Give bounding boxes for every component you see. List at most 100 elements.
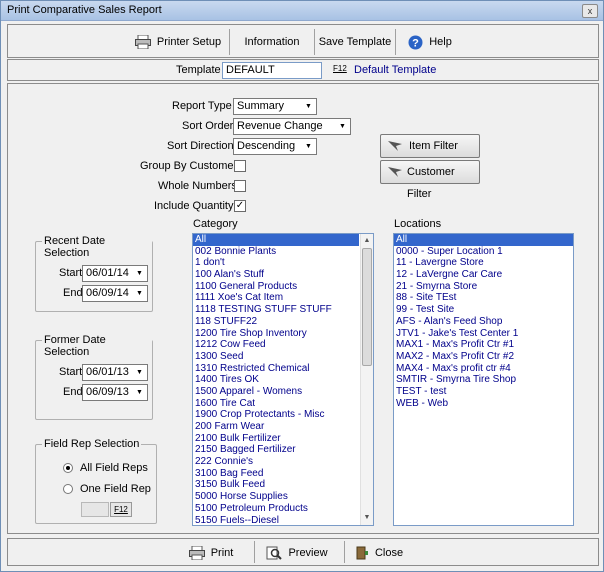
chevron-down-icon[interactable]: ▼ <box>336 120 349 133</box>
location-list-item[interactable]: JTV1 - Jake's Test Center 1 <box>394 328 573 340</box>
category-list-item[interactable]: All <box>193 234 359 246</box>
scroll-thumb[interactable] <box>362 248 372 366</box>
recent-start-date[interactable]: 06/01/14 ▼ <box>82 265 148 282</box>
print-button[interactable]: Print <box>176 542 246 564</box>
location-list-item[interactable]: 0000 - Super Location 1 <box>394 246 573 258</box>
group-by-customer-checkbox[interactable] <box>234 160 246 172</box>
category-list-item[interactable]: 118 STUFF22 <box>193 316 359 328</box>
location-list-item[interactable]: AFS - Alan's Feed Shop <box>394 316 573 328</box>
category-list-item[interactable]: 1600 Tire Cat <box>193 398 359 410</box>
locations-list[interactable]: All 0000 - Super Location 1 11 - Lavergne … <box>393 233 574 526</box>
printer-setup-button[interactable]: Printer Setup <box>130 31 226 53</box>
chevron-down-icon[interactable]: ▼ <box>133 366 146 379</box>
window-close-button[interactable]: x <box>582 4 598 18</box>
template-input[interactable]: DEFAULT <box>222 62 322 79</box>
chevron-down-icon[interactable]: ▼ <box>302 100 315 113</box>
preview-icon <box>266 546 283 560</box>
category-list-item[interactable]: 2150 Bagged Fertilizer <box>193 444 359 456</box>
category-list-item[interactable]: 3150 Bulk Feed <box>193 479 359 491</box>
location-list-item[interactable]: MAX4 - Max's profit ctr #4 <box>394 363 573 375</box>
location-list-item[interactable]: 12 - LaVergne Car Care <box>394 269 573 281</box>
former-start-label: Start <box>59 366 83 378</box>
chevron-down-icon[interactable]: ▼ <box>133 267 146 280</box>
category-list-item[interactable]: 222 Connie's <box>193 456 359 468</box>
category-list-item[interactable]: 1200 Tire Shop Inventory <box>193 328 359 340</box>
category-list[interactable]: All 002 Bonnie Plants 1 don't 100 Alan's St… <box>192 233 374 526</box>
title-bar: Print Comparative Sales Report x <box>1 1 603 21</box>
location-items: All 0000 - Super Location 1 11 - Lavergne … <box>394 234 573 409</box>
category-list-item[interactable]: 002 Bonnie Plants <box>193 246 359 258</box>
former-start-date[interactable]: 06/01/13 ▼ <box>82 364 148 381</box>
one-field-rep-radio[interactable] <box>63 484 73 494</box>
category-list-item[interactable]: 5150 Fuels--Diesel <box>193 515 359 526</box>
category-list-item[interactable]: 1500 Apparel - Womens <box>193 386 359 398</box>
template-description: Default Template <box>354 64 437 76</box>
template-f12-button[interactable]: F12 <box>333 64 347 73</box>
chevron-down-icon[interactable]: ▼ <box>133 287 146 300</box>
whole-numbers-checkbox[interactable] <box>234 180 246 192</box>
location-list-item[interactable]: MAX2 - Max's Profit Ctr #2 <box>394 351 573 363</box>
category-list-item[interactable]: 5100 Petroleum Products <box>193 503 359 515</box>
category-list-item[interactable]: 200 Farm Wear <box>193 421 359 433</box>
location-list-item[interactable]: 11 - Lavergne Store <box>394 257 573 269</box>
category-list-item[interactable]: 1900 Crop Protectants - Misc <box>193 409 359 421</box>
field-rep-f12-button[interactable]: F12 <box>110 502 132 517</box>
save-template-button[interactable]: Save Template <box>316 31 394 53</box>
category-list-item[interactable]: 3100 Bag Feed <box>193 468 359 480</box>
whole-numbers-label: Whole Numbers <box>158 180 237 192</box>
location-list-item[interactable]: SMTIR - Smyrna Tire Shop <box>394 374 573 386</box>
category-list-item[interactable]: 1 don't <box>193 257 359 269</box>
all-field-reps-label: All Field Reps <box>80 462 148 474</box>
printer-icon <box>134 35 151 50</box>
preview-button[interactable]: Preview <box>256 542 338 564</box>
category-list-item[interactable]: 1118 TESTING STUFF STUFF <box>193 304 359 316</box>
one-field-rep-label: One Field Rep <box>80 483 151 495</box>
category-list-item[interactable]: 2100 Bulk Fertilizer <box>193 433 359 445</box>
category-scrollbar[interactable]: ▲ ▼ <box>360 234 373 525</box>
former-end-label: End <box>63 386 83 398</box>
location-list-item[interactable]: MAX1 - Max's Profit Ctr #1 <box>394 339 573 351</box>
recent-end-date[interactable]: 06/09/14 ▼ <box>82 285 148 302</box>
location-list-item[interactable]: TEST - test <box>394 386 573 398</box>
location-list-item[interactable]: 21 - Smyrna Store <box>394 281 573 293</box>
customer-filter-button[interactable]: Customer Filter <box>380 160 480 200</box>
sort-order-select[interactable]: Revenue Change ▼ <box>233 118 351 135</box>
report-type-select[interactable]: Summary ▼ <box>233 98 317 115</box>
location-list-item[interactable]: All <box>394 234 573 246</box>
scroll-down-icon[interactable]: ▼ <box>361 512 373 524</box>
report-type-label: Report Type <box>172 100 232 112</box>
scroll-up-icon[interactable]: ▲ <box>361 235 373 247</box>
category-list-item[interactable]: 1212 Cow Feed <box>193 339 359 351</box>
information-button[interactable]: Information <box>232 31 312 53</box>
sort-direction-value: Descending <box>237 140 296 152</box>
include-quantity-checkbox[interactable]: ✓ <box>234 200 246 212</box>
category-list-item[interactable]: 1400 Tires OK <box>193 374 359 386</box>
filter-icon <box>388 141 402 151</box>
sort-direction-label: Sort Direction <box>167 140 234 152</box>
item-filter-button[interactable]: Item Filter <box>380 134 480 158</box>
sort-direction-select[interactable]: Descending ▼ <box>233 138 317 155</box>
field-rep-input[interactable] <box>81 502 109 517</box>
category-list-item[interactable]: 1300 Seed <box>193 351 359 363</box>
help-button[interactable]: ? Help <box>398 31 462 53</box>
location-list-item[interactable]: 99 - Test Site <box>394 304 573 316</box>
category-list-item[interactable]: 5000 Horse Supplies <box>193 491 359 503</box>
category-list-item[interactable]: 1100 General Products <box>193 281 359 293</box>
template-label: Template <box>176 64 221 76</box>
category-list-item[interactable]: 1111 Xoe's Cat Item <box>193 292 359 304</box>
category-list-item[interactable]: 1310 Restricted Chemical <box>193 363 359 375</box>
location-list-item[interactable]: WEB - Web <box>394 398 573 410</box>
help-label: Help <box>429 36 452 48</box>
category-label: Category <box>193 218 238 230</box>
chevron-down-icon[interactable]: ▼ <box>133 386 146 399</box>
all-field-reps-radio[interactable] <box>63 463 73 473</box>
chevron-down-icon[interactable]: ▼ <box>302 140 315 153</box>
former-date-group: Former Date Selection Start 06/01/13 ▼ En… <box>35 334 153 420</box>
toolbar-separator <box>229 29 230 55</box>
customer-filter-label: Customer Filter <box>407 166 455 200</box>
print-label: Print <box>210 547 234 559</box>
close-button[interactable]: Close <box>348 542 410 564</box>
category-list-item[interactable]: 100 Alan's Stuff <box>193 269 359 281</box>
location-list-item[interactable]: 88 - Site TEst <box>394 292 573 304</box>
former-end-date[interactable]: 06/09/13 ▼ <box>82 384 148 401</box>
